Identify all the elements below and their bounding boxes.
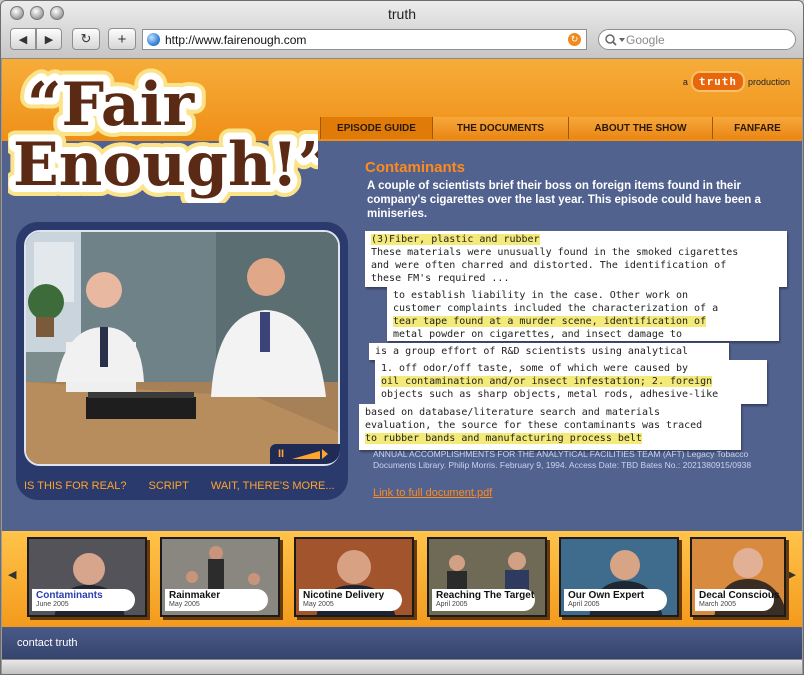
- doc-line: based on database/literature search and …: [365, 407, 661, 418]
- doc-strip-5: based on database/literature search and …: [359, 404, 741, 450]
- doc-line: objects such as sharp objects, metal rod…: [381, 389, 719, 400]
- credit-prefix: a: [682, 76, 688, 87]
- doc-line: These materials were unusually found in …: [371, 247, 739, 258]
- nav-about-the-show[interactable]: ABOUT THE SHOW: [568, 117, 712, 139]
- doc-heading: (3)Fiber, plastic and rubber: [371, 234, 540, 245]
- episode-title: Rainmaker: [169, 590, 221, 601]
- full-document-link[interactable]: Link to full document.pdf: [373, 487, 492, 499]
- credit-suffix: production: [747, 76, 790, 87]
- search-icon: [605, 33, 625, 46]
- episode-card-nicotine-delivery[interactable]: Nicotine Delivery May 2005: [294, 537, 414, 617]
- nav-label: ABOUT THE SHOW: [594, 122, 687, 134]
- link-is-this-for-real[interactable]: IS THIS FOR REAL?: [24, 480, 127, 492]
- doc-strip-1: (3)Fiber, plastic and rubber These mater…: [365, 231, 787, 287]
- nav-label: FANFARE: [734, 122, 781, 134]
- rss-icon[interactable]: ↻: [568, 33, 581, 46]
- doc-line: evaluation, the source for these contami…: [365, 420, 703, 431]
- url-text[interactable]: http://www.fairenough.com: [165, 33, 568, 47]
- link-wait-theres-more[interactable]: WAIT, THERE'S MORE...: [211, 480, 335, 492]
- episode-caption: Decal Conscious March 2005: [695, 589, 780, 611]
- doc-line: oil contamination and/or insect infestat…: [381, 376, 713, 387]
- episode-date: April 2005: [568, 601, 600, 608]
- nav-label: EPISODE GUIDE: [337, 122, 416, 134]
- forward-button[interactable]: ▶: [36, 28, 62, 50]
- doc-line: these FM's required ...: [371, 273, 510, 284]
- address-bar[interactable]: http://www.fairenough.com ↻: [142, 29, 587, 50]
- episode-date: June 2005: [36, 601, 69, 608]
- episode-title: Reaching The Target: [436, 590, 535, 601]
- video-links: IS THIS FOR REAL? SCRIPT WAIT, THERE'S M…: [24, 480, 335, 492]
- doc-line: customer complaints included the charact…: [393, 303, 719, 314]
- video-panel: II: [16, 222, 348, 500]
- document-excerpt: (3)Fiber, plastic and rubber These mater…: [359, 219, 789, 451]
- episode-date: March 2005: [699, 601, 736, 608]
- reload-icon: ↻: [80, 31, 92, 46]
- logo-word-enough: Enough!”: [13, 130, 318, 200]
- video-frame: [26, 232, 338, 464]
- site-footer: contact truth: [2, 627, 802, 659]
- horizontal-scrollbar[interactable]: [2, 659, 802, 674]
- video-player[interactable]: [24, 230, 340, 466]
- fair-enough-logo[interactable]: “Fair Enough!” “Fair Enough!” “Fair Enou…: [8, 65, 318, 203]
- doc-strip-4: 1. off odor/off taste, some of which wer…: [375, 360, 767, 404]
- video-controls: II: [270, 444, 340, 464]
- episode-card-decal-conscious[interactable]: Decal Conscious March 2005: [690, 537, 786, 617]
- episode-caption: Reaching The Target April 2005: [432, 589, 535, 611]
- episode-title: Our Own Expert: [568, 590, 645, 601]
- doc-line: to rubber bands and manufacturing proces…: [365, 433, 642, 444]
- back-arrow-icon: ◀: [18, 33, 28, 46]
- carousel-next-icon[interactable]: ▶: [788, 568, 796, 581]
- nav-episode-guide[interactable]: EPISODE GUIDE: [320, 117, 432, 139]
- search-field[interactable]: Google: [598, 29, 796, 50]
- doc-line: is a group effort of R&D scientists usin…: [375, 346, 689, 357]
- episode-caption: Rainmaker May 2005: [165, 589, 268, 611]
- episode-caption: Nicotine Delivery May 2005: [299, 589, 402, 611]
- truth-logo[interactable]: truth: [690, 71, 745, 92]
- episode-card-rainmaker[interactable]: Rainmaker May 2005: [160, 537, 280, 617]
- plus-icon: +: [117, 30, 127, 48]
- episode-caption: Our Own Expert April 2005: [564, 589, 667, 611]
- episode-date: April 2005: [436, 601, 468, 608]
- episode-card-reaching-the-target[interactable]: Reaching The Target April 2005: [427, 537, 547, 617]
- episode-caption: Contaminants June 2005: [32, 589, 135, 611]
- episode-card-our-own-expert[interactable]: Our Own Expert April 2005: [559, 537, 679, 617]
- contact-truth-link[interactable]: contact truth: [17, 637, 78, 649]
- episode-title: Nicotine Delivery: [303, 590, 385, 601]
- doc-line: 1. off odor/off taste, some of which wer…: [381, 363, 689, 374]
- window-title: truth: [387, 6, 416, 22]
- episode-title: Decal Conscious: [699, 590, 780, 601]
- nav-the-documents[interactable]: THE DOCUMENTS: [432, 117, 568, 139]
- globe-icon: [147, 33, 160, 46]
- doc-strip-2: to establish liability in the case. Othe…: [387, 287, 779, 341]
- main-nav: EPISODE GUIDE THE DOCUMENTS ABOUT THE SH…: [320, 117, 802, 139]
- nav-label: THE DOCUMENTS: [456, 122, 545, 134]
- episode-card-contaminants[interactable]: Contaminants June 2005: [27, 537, 147, 617]
- search-placeholder: Google: [626, 32, 665, 47]
- doc-line: tear tape found at a murder scene, ident…: [393, 316, 707, 327]
- document-citation: ANNUAL ACCOMPLISHMENTS FOR THE ANALYTICA…: [373, 449, 752, 470]
- episode-date: May 2005: [169, 601, 200, 608]
- add-bookmark-button[interactable]: +: [108, 28, 136, 50]
- title-bar: truth ◀ ▶ ↻ + http://www.fairenough.com …: [1, 1, 803, 59]
- episode-date: May 2005: [303, 601, 334, 608]
- episode-title: Contaminants: [365, 159, 466, 176]
- production-credit: a truth production: [683, 71, 790, 92]
- episode-carousel: ◀ ▶ Contaminants June 2005 Rainmaker May 2…: [2, 531, 802, 627]
- episode-title: Contaminants: [36, 590, 103, 601]
- link-script[interactable]: SCRIPT: [149, 480, 189, 492]
- back-button[interactable]: ◀: [10, 28, 36, 50]
- carousel-prev-icon[interactable]: ◀: [8, 568, 16, 581]
- doc-line: to establish liability in the case. Othe…: [393, 290, 689, 301]
- forward-arrow-icon: ▶: [44, 33, 54, 46]
- episode-description: A couple of scientists brief their boss …: [367, 180, 761, 220]
- volume-slider[interactable]: [290, 447, 329, 461]
- nav-fanfare[interactable]: FANFARE: [712, 117, 802, 139]
- reload-button[interactable]: ↻: [72, 28, 100, 50]
- pause-icon[interactable]: II: [278, 448, 284, 460]
- doc-strip-3: is a group effort of R&D scientists usin…: [369, 343, 729, 360]
- web-page: a truth production EPISODE GUIDE THE DOC…: [2, 59, 802, 659]
- doc-line: and were often charred and distorted. Th…: [371, 260, 727, 271]
- doc-line: metal powder on cigarettes, and insect d…: [393, 329, 682, 340]
- browser-window: truth ◀ ▶ ↻ + http://www.fairenough.com …: [0, 0, 804, 675]
